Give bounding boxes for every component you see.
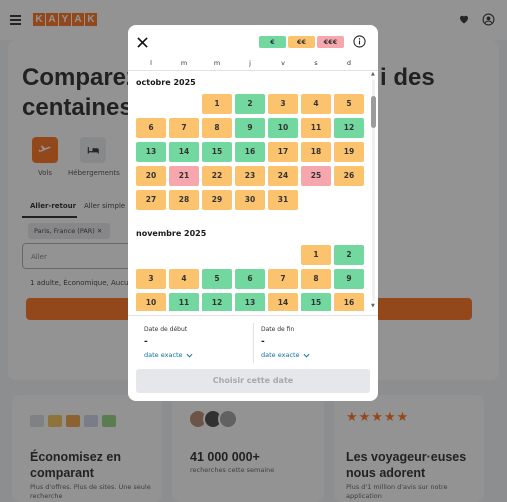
calendar-scrollbar[interactable]: ▲ ▼ bbox=[371, 71, 376, 311]
price-legend-high: €€€ bbox=[317, 36, 344, 48]
calendar-day[interactable]: 17 bbox=[268, 142, 298, 162]
calendar-day[interactable]: 15 bbox=[202, 142, 232, 162]
calendar-day[interactable]: 13 bbox=[136, 142, 166, 162]
calendar-day[interactable]: 5 bbox=[202, 269, 232, 289]
scroll-down-arrow[interactable]: ▼ bbox=[371, 303, 375, 309]
info-icon[interactable] bbox=[353, 35, 366, 48]
calendar-day[interactable]: 8 bbox=[301, 269, 331, 289]
choose-date-button[interactable]: Choisir cette date bbox=[136, 369, 370, 393]
calendar-day[interactable]: 1 bbox=[301, 245, 331, 265]
month-title: novembre 2025 bbox=[136, 229, 207, 238]
weekday-label: m bbox=[180, 59, 188, 67]
calendar-day[interactable]: 27 bbox=[136, 190, 166, 210]
date-field-divider bbox=[253, 323, 254, 363]
close-icon bbox=[136, 36, 148, 48]
calendar-day[interactable]: 16 bbox=[235, 142, 265, 162]
weekday-label: v bbox=[281, 59, 285, 67]
date-picker-modal: € €€ €€€ lmmjvsd octobre 2025 1 2 3 4 5 6 7 8 9 10… bbox=[128, 25, 378, 401]
footer-divider bbox=[128, 315, 378, 316]
calendar-day[interactable]: 15 bbox=[301, 293, 331, 311]
calendar-day[interactable]: 6 bbox=[235, 269, 265, 289]
calendar-day[interactable]: 10 bbox=[136, 293, 166, 311]
calendar-day[interactable]: 10 bbox=[268, 118, 298, 138]
calendar-day[interactable]: 9 bbox=[235, 118, 265, 138]
calendar-day[interactable]: 11 bbox=[301, 118, 331, 138]
weekday-label: d bbox=[346, 59, 352, 67]
calendar-day[interactable]: 2 bbox=[235, 94, 265, 114]
calendar-day[interactable]: 7 bbox=[268, 269, 298, 289]
calendar-day[interactable]: 22 bbox=[202, 166, 232, 186]
calendar-day[interactable]: 24 bbox=[268, 166, 298, 186]
weekday-label: s bbox=[314, 59, 318, 67]
calendar-day[interactable]: 16 bbox=[334, 293, 364, 311]
calendar-day[interactable]: 8 bbox=[202, 118, 232, 138]
calendar-day[interactable]: 12 bbox=[202, 293, 232, 311]
calendar-day[interactable]: 19 bbox=[334, 142, 364, 162]
calendar-day[interactable]: 30 bbox=[235, 190, 265, 210]
calendar-day[interactable]: 4 bbox=[169, 269, 199, 289]
chevron-down-icon bbox=[303, 353, 310, 358]
end-date-label: Date de fin bbox=[261, 326, 295, 333]
weekday-label: m bbox=[213, 59, 221, 67]
calendar-day[interactable]: 18 bbox=[301, 142, 331, 162]
calendar-day[interactable]: 28 bbox=[169, 190, 199, 210]
calendar-day[interactable]: 3 bbox=[136, 269, 166, 289]
calendar-day[interactable]: 26 bbox=[334, 166, 364, 186]
calendar-day[interactable]: 14 bbox=[268, 293, 298, 311]
end-date-mode-label: date exacte bbox=[261, 351, 300, 359]
start-date-mode-dropdown[interactable]: date exacte bbox=[144, 351, 193, 359]
end-date-mode-dropdown[interactable]: date exacte bbox=[261, 351, 310, 359]
calendar-day[interactable]: 23 bbox=[235, 166, 265, 186]
month-title: octobre 2025 bbox=[136, 78, 196, 87]
start-date-label: Date de début bbox=[144, 326, 188, 333]
calendar-day[interactable]: 29 bbox=[202, 190, 232, 210]
calendar-day[interactable]: 4 bbox=[301, 94, 331, 114]
calendar-day[interactable]: 9 bbox=[334, 269, 364, 289]
price-legend-low: € bbox=[259, 36, 286, 48]
weekday-label: l bbox=[150, 59, 152, 67]
scroll-thumb[interactable] bbox=[371, 96, 376, 128]
price-legend-mid: €€ bbox=[288, 36, 315, 48]
weekday-header: lmmjvsd bbox=[136, 59, 370, 69]
calendar-day[interactable]: 11 bbox=[169, 293, 199, 311]
calendar-day[interactable]: 5 bbox=[334, 94, 364, 114]
calendar-day[interactable]: 25 bbox=[301, 166, 331, 186]
calendar-day[interactable]: 31 bbox=[268, 190, 298, 210]
calendar-day[interactable]: 6 bbox=[136, 118, 166, 138]
weekday-label: j bbox=[249, 59, 251, 67]
calendar-day[interactable]: 7 bbox=[169, 118, 199, 138]
start-date-mode-label: date exacte bbox=[144, 351, 183, 359]
calendar-day[interactable]: 12 bbox=[334, 118, 364, 138]
calendar-day[interactable]: 20 bbox=[136, 166, 166, 186]
calendar-day[interactable]: 3 bbox=[268, 94, 298, 114]
chevron-down-icon bbox=[186, 353, 193, 358]
calendar-day[interactable]: 14 bbox=[169, 142, 199, 162]
start-date-value: - bbox=[144, 337, 148, 347]
calendar-scroll-area[interactable]: octobre 2025 1 2 3 4 5 6 7 8 9 10 11 12 13 14 15 16 17 18 1… bbox=[128, 71, 378, 311]
calendar-day[interactable]: 21 bbox=[169, 166, 199, 186]
calendar-day[interactable]: 2 bbox=[334, 245, 364, 265]
calendar-day[interactable]: 13 bbox=[235, 293, 265, 311]
calendar-day[interactable]: 1 bbox=[202, 94, 232, 114]
close-button[interactable] bbox=[135, 35, 149, 49]
end-date-value: - bbox=[261, 337, 265, 347]
scroll-up-arrow[interactable]: ▲ bbox=[371, 71, 375, 77]
